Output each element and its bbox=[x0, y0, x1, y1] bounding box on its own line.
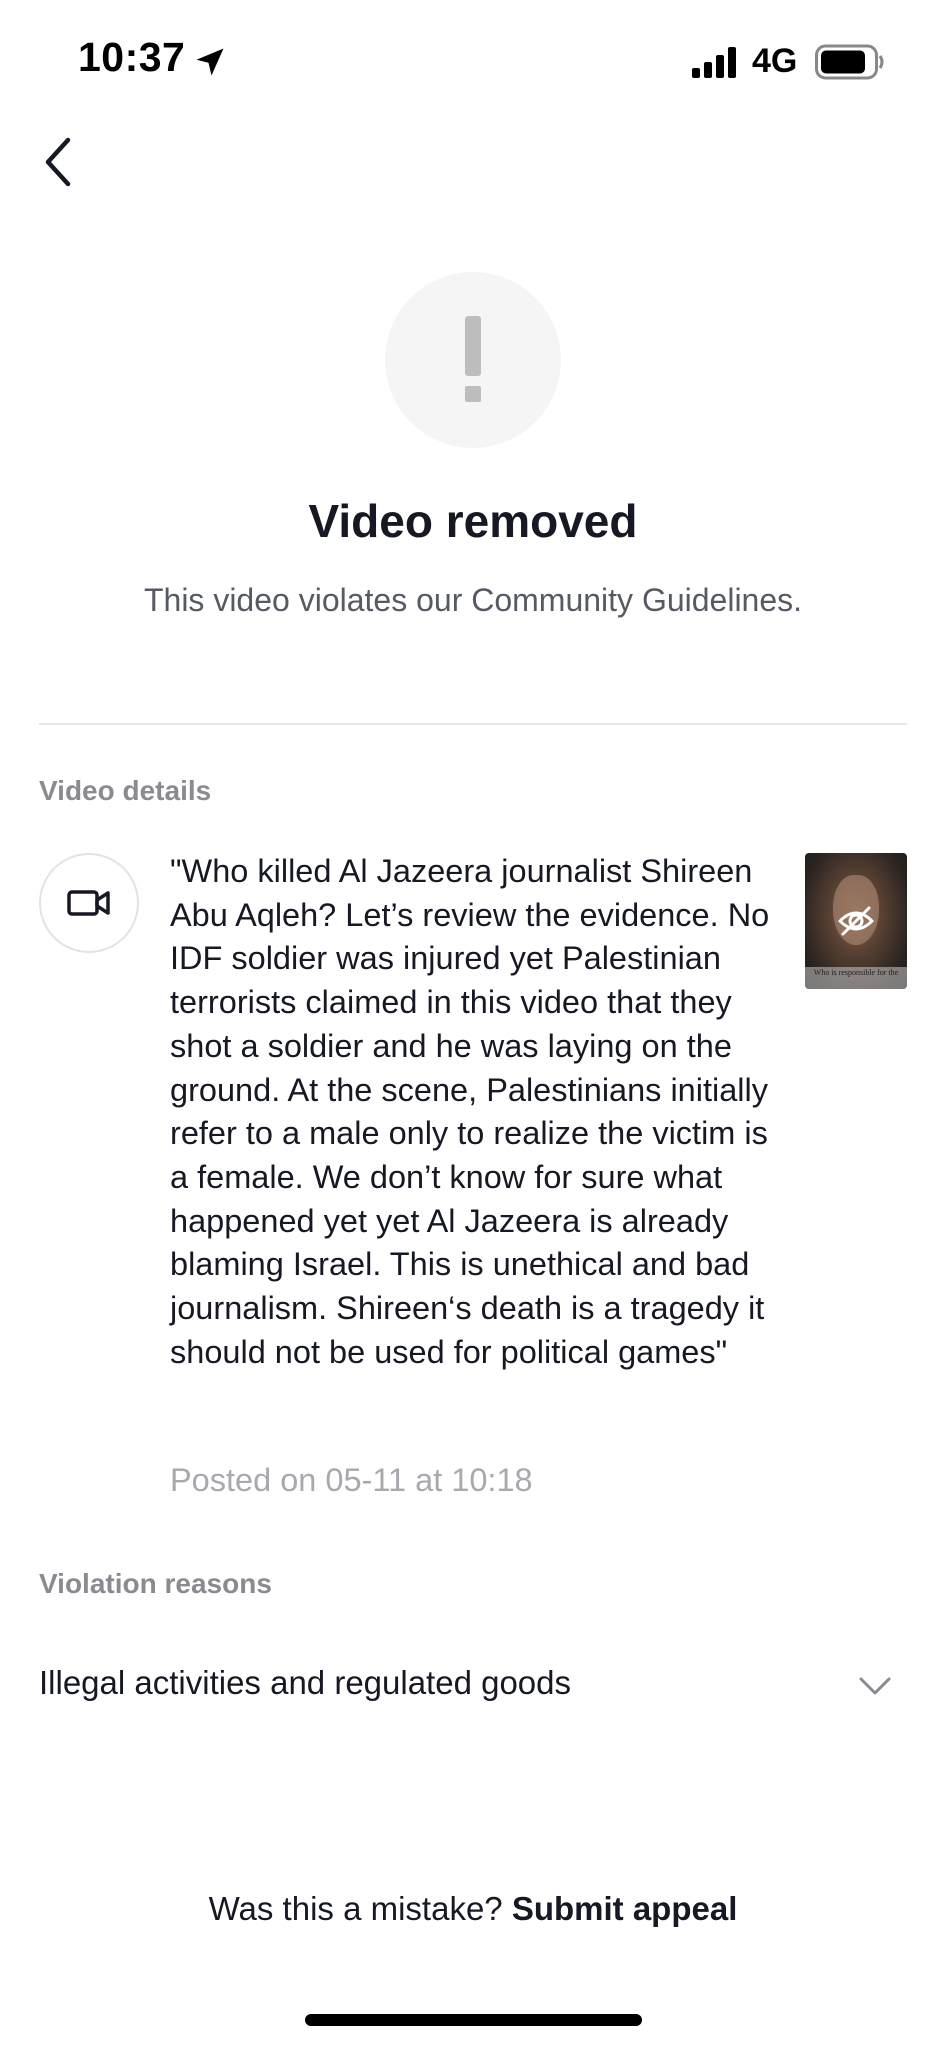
chevron-down-icon[interactable] bbox=[857, 1674, 893, 1698]
eye-off-icon bbox=[837, 906, 875, 936]
exclamation-icon bbox=[385, 272, 561, 448]
status-bar: 10:37 4G bbox=[0, 0, 946, 120]
submit-appeal-link[interactable]: Submit appeal bbox=[512, 1890, 738, 1927]
back-button[interactable] bbox=[30, 130, 86, 194]
video-caption: "Who killed Al Jazeera journalist Shiree… bbox=[170, 853, 770, 1370]
battery-icon bbox=[815, 44, 884, 80]
video-icon-badge bbox=[39, 853, 139, 953]
thumbnail-caption: Who is responsible for the bbox=[805, 967, 907, 989]
network-label: 4G bbox=[752, 42, 798, 80]
appeal-prompt: Was this a mistake? Submit appeal bbox=[0, 1890, 946, 1928]
home-indicator[interactable] bbox=[305, 2014, 642, 2026]
divider bbox=[39, 723, 907, 725]
appeal-question: Was this a mistake? bbox=[208, 1890, 503, 1927]
signal-bars-icon bbox=[692, 47, 736, 78]
violation-reasons-label: Violation reasons bbox=[39, 1568, 272, 1599]
location-arrow-icon bbox=[196, 48, 224, 76]
video-thumbnail[interactable]: Who is responsible for the bbox=[805, 853, 907, 989]
posted-date: Posted on 05-11 at 10:18 bbox=[170, 1462, 533, 1498]
video-camera-icon bbox=[67, 890, 110, 916]
page-title: Video removed bbox=[308, 495, 638, 547]
page-subtitle: This video violates our Community Guidel… bbox=[143, 582, 803, 618]
violation-reason: Illegal activities and regulated goods bbox=[39, 1664, 572, 1701]
chevron-left-icon bbox=[45, 137, 71, 187]
violation-reason-row[interactable]: Illegal activities and regulated goods bbox=[39, 1656, 907, 1716]
status-time: 10:37 bbox=[78, 34, 186, 80]
video-details-label: Video details bbox=[39, 775, 212, 806]
